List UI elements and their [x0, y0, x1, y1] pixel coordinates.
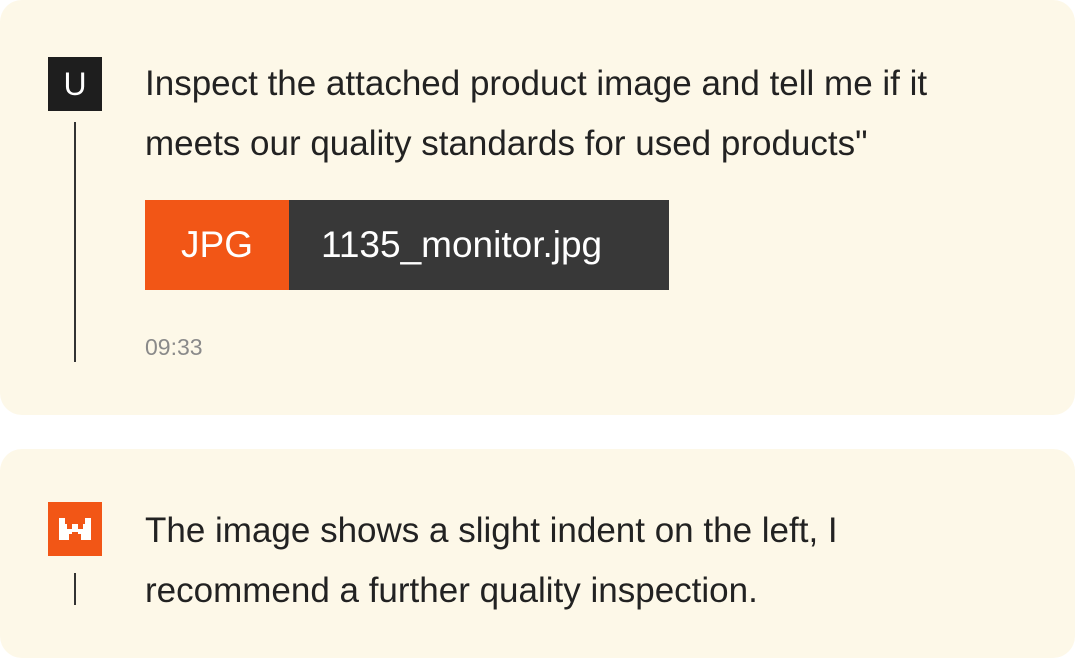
user-message-card: U Inspect the attached product image and… — [0, 0, 1075, 415]
user-message-text: Inspect the attached product image and t… — [145, 64, 928, 163]
thread-line — [74, 122, 76, 362]
assistant-message-card: The image shows a slight indent on the l… — [0, 449, 1075, 658]
message-timestamp: 09:33 — [145, 334, 203, 360]
user-avatar-label: U — [63, 65, 87, 102]
attachment-chip[interactable]: JPG 1135_monitor.jpg — [145, 200, 669, 290]
robot-logo-icon — [59, 518, 91, 540]
assistant-message-text: The image shows a slight indent on the l… — [145, 511, 838, 610]
attachment-type-badge: JPG — [145, 200, 289, 290]
attachment-filename: 1135_monitor.jpg — [289, 200, 669, 290]
assistant-avatar — [48, 502, 102, 556]
user-avatar: U — [48, 57, 102, 111]
thread-line — [74, 573, 76, 605]
